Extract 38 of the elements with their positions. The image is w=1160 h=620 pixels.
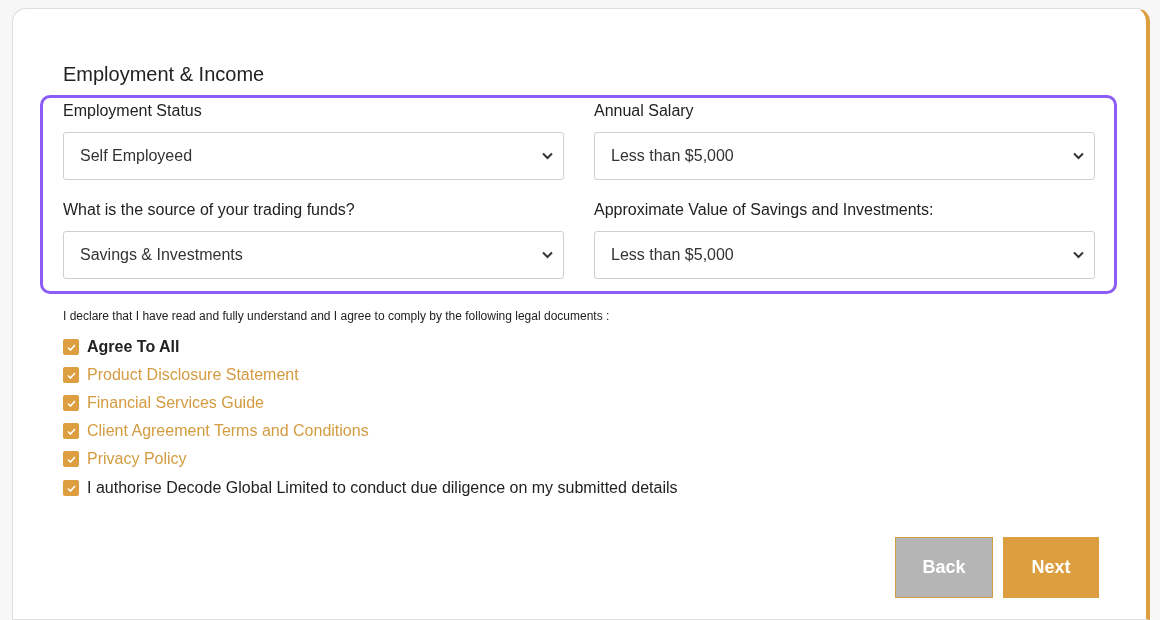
select-field[interactable]: Self Employeed: [63, 132, 564, 180]
checkbox[interactable]: [63, 480, 79, 496]
back-button[interactable]: Back: [895, 537, 993, 598]
select-value: Savings & Investments: [80, 245, 243, 265]
select-field[interactable]: Less than $5,000: [594, 132, 1095, 180]
check-icon: [66, 371, 76, 379]
checkbox[interactable]: [63, 423, 79, 439]
next-button[interactable]: Next: [1003, 537, 1099, 598]
checkbox[interactable]: [63, 339, 79, 355]
field-label: What is the source of your trading funds?: [63, 200, 355, 220]
select-value: Less than $5,000: [611, 245, 734, 265]
section-title: Employment & Income: [63, 62, 265, 87]
declaration-text: I declare that I have read and fully understand and I agree to comply by the following legal documents :: [63, 308, 610, 325]
document-link[interactable]: Client Agreement Terms and Conditions: [87, 419, 369, 443]
select-field[interactable]: Less than $5,000: [594, 231, 1095, 279]
checkbox-label: I authorise Decode Global Limited to conduct due diligence on my submitted details: [87, 478, 678, 498]
checkbox[interactable]: [63, 395, 79, 411]
check-icon: [66, 455, 76, 463]
field-label: Employment Status: [63, 101, 202, 121]
checkbox-label: Agree To All: [87, 337, 180, 357]
checkbox[interactable]: [63, 367, 79, 383]
chevron-down-icon: [542, 251, 553, 259]
select-value: Less than $5,000: [611, 146, 734, 166]
document-link[interactable]: Privacy Policy: [87, 447, 187, 471]
field-label: Approximate Value of Savings and Investments:: [594, 200, 934, 220]
check-icon: [66, 427, 76, 435]
field-label: Annual Salary: [594, 101, 694, 121]
check-icon: [66, 343, 76, 351]
chevron-down-icon: [1073, 152, 1084, 160]
select-field[interactable]: Savings & Investments: [63, 231, 564, 279]
chevron-down-icon: [1073, 251, 1084, 259]
check-icon: [66, 399, 76, 407]
check-icon: [66, 484, 76, 492]
document-link[interactable]: Product Disclosure Statement: [87, 363, 299, 387]
checkbox[interactable]: [63, 451, 79, 467]
select-value: Self Employeed: [80, 146, 193, 166]
chevron-down-icon: [542, 152, 553, 160]
document-link[interactable]: Financial Services Guide: [87, 391, 264, 415]
